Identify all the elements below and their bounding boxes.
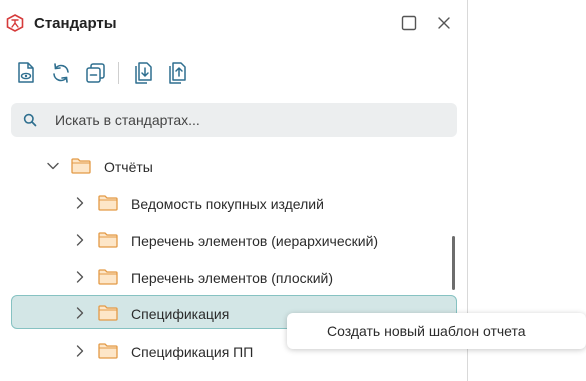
export-icon [169,62,186,84]
tree-item-label: Перечень элементов (иерархический) [131,233,379,249]
collapse-icon [86,63,105,83]
search-input[interactable] [55,109,445,131]
search-icon [23,113,37,127]
tree-item[interactable]: Перечень элементов (иерархический) [0,222,467,258]
menu-item-label: Создать новый шаблон отчета [327,323,526,339]
import-button[interactable] [132,60,156,86]
panel-toolbar [0,58,467,88]
folder-icon [98,343,118,359]
tree-item-label: Ведомость покупных изделий [131,196,324,212]
maximize-icon [401,15,417,31]
tree-item-label: Перечень элементов (плоский) [131,270,334,286]
close-button[interactable] [434,13,454,33]
tree-node-reports[interactable]: Отчёты [0,148,467,184]
chevron-right-icon[interactable] [73,196,87,210]
folder-icon [71,158,91,174]
panel-title: Стандарты [34,15,117,32]
maximize-button[interactable] [399,13,419,33]
import-icon [135,62,152,84]
refresh-icon [53,63,69,83]
export-button[interactable] [166,60,190,86]
create-report-template-menu-item[interactable]: Создать новый шаблон отчета [287,313,586,349]
close-icon [438,17,450,29]
chevron-right-icon[interactable] [73,270,87,284]
folder-icon [98,195,118,211]
folder-icon [98,269,118,285]
chevron-down-icon[interactable] [46,159,60,173]
folder-icon [98,305,118,321]
chevron-right-icon[interactable] [73,344,87,358]
tree-scrollbar[interactable] [452,236,455,290]
tree-item-label: Спецификация [131,306,230,322]
refresh-button[interactable] [49,60,73,86]
tree-item[interactable]: Перечень элементов (плоский) [0,259,467,295]
chevron-right-icon[interactable] [73,233,87,247]
document-view-icon [18,62,34,83]
tree-node-label: Отчёты [104,159,153,175]
toolbar-divider [118,62,119,84]
chevron-right-icon[interactable] [73,306,87,320]
panel-titlebar: Стандарты [0,0,467,46]
tree-item[interactable]: Ведомость покупных изделий [0,185,467,221]
kompas-standards-icon [6,14,24,32]
folder-icon [98,232,118,248]
view-document-button[interactable] [14,60,38,86]
collapse-all-button[interactable] [84,60,108,86]
search-box[interactable] [11,103,457,137]
tree-item-label: Спецификация ПП [131,344,254,360]
context-menu: Создать новый шаблон отчета [287,313,586,349]
